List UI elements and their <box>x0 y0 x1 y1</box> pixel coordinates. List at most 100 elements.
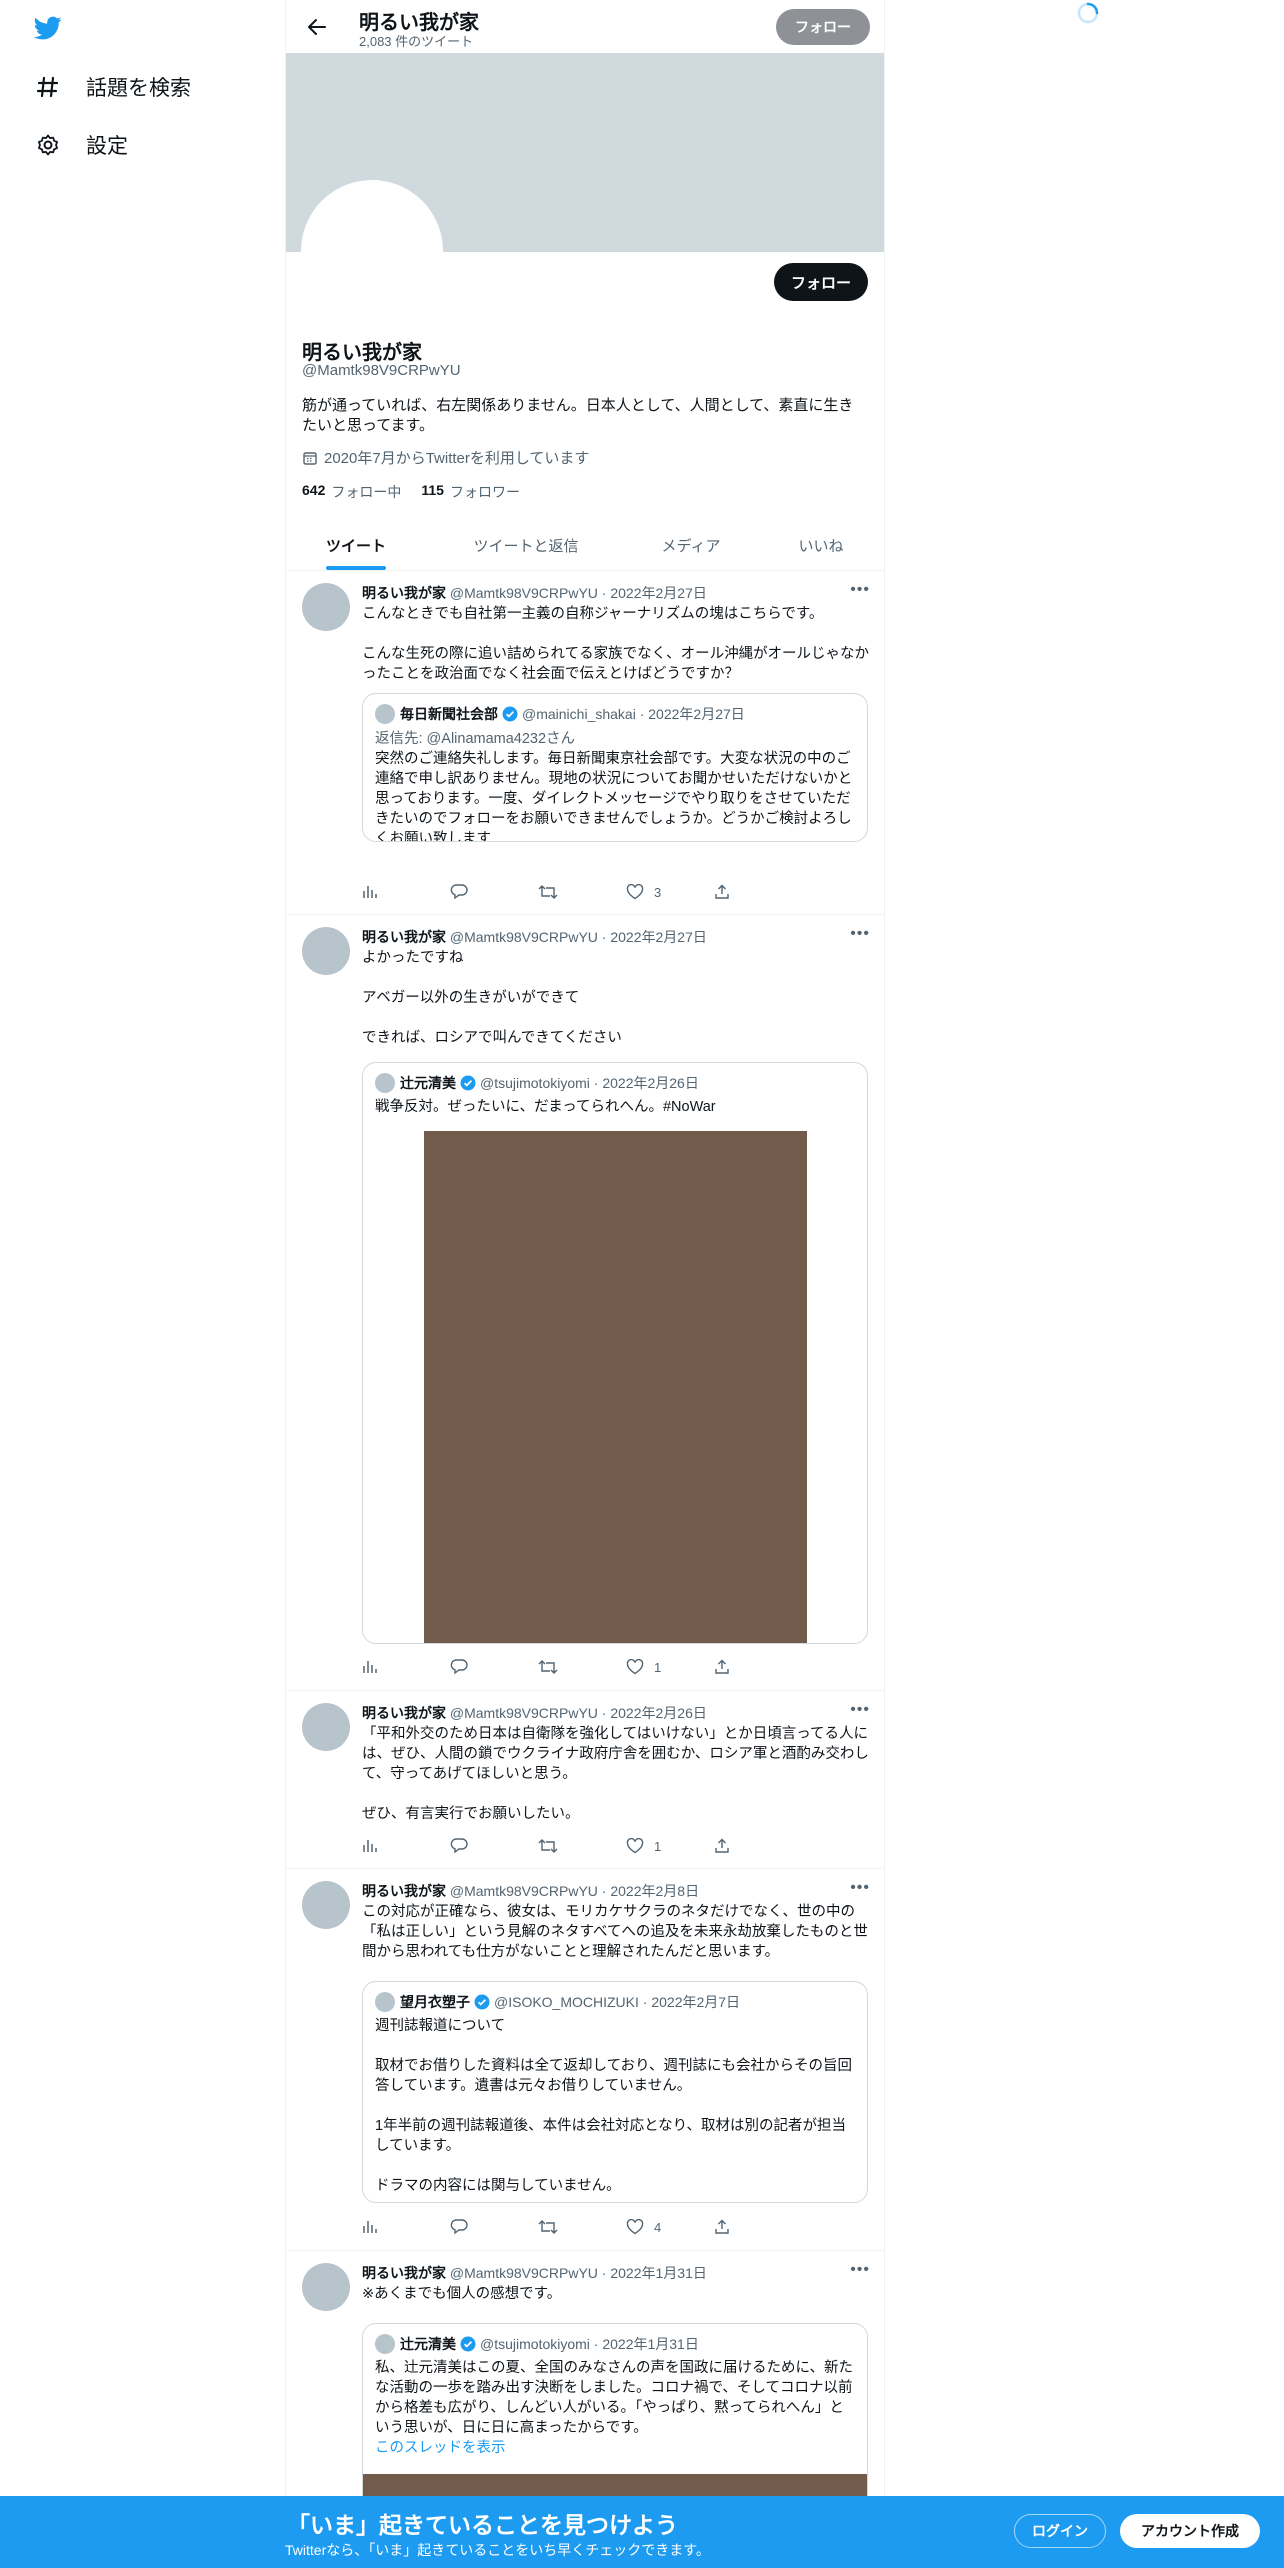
sidebar-item-explore[interactable]: 話題を検索 <box>34 72 191 102</box>
retweet-button[interactable] <box>538 2217 626 2237</box>
avatar[interactable] <box>302 2263 350 2311</box>
share-icon <box>715 2219 729 2234</box>
tweet-author-name[interactable]: 明るい我が家 <box>362 2265 446 2281</box>
sidebar-item-settings[interactable]: 設定 <box>34 130 128 160</box>
avatar[interactable] <box>302 1881 350 1929</box>
views-button[interactable] <box>362 2217 450 2237</box>
tweet-text: 「平和外交のため日本は自衛隊を強化してはいけない」とか日頃言ってる人には、ぜひ、… <box>362 1726 869 1822</box>
share-button[interactable] <box>714 1836 802 1856</box>
retweet-button[interactable] <box>538 882 626 902</box>
profile-tabs: ツイート ツイートと返信 メディア いいね <box>286 520 884 571</box>
more-icon[interactable]: ••• <box>850 1879 870 1897</box>
tweet-meta: @Mamtk98V9CRPwYU · 2022年2月27日 <box>449 929 707 945</box>
following-link[interactable]: 642 フォロー中 <box>302 482 401 502</box>
quoted-tweet-meta: @tsujimotokiyomi · 2022年2月26日 <box>480 1075 699 1091</box>
like-button[interactable]: 1 <box>626 1657 714 1677</box>
views-button[interactable] <box>362 1836 450 1856</box>
tweet-meta: @Mamtk98V9CRPwYU · 2022年2月8日 <box>449 1883 700 1899</box>
analytics-icon <box>363 886 377 898</box>
heart-icon <box>626 1659 644 1675</box>
avatar[interactable] <box>302 927 350 975</box>
profile-stats: 642 フォロー中 115 フォロワー <box>302 482 540 502</box>
views-button[interactable] <box>362 1657 450 1677</box>
reply-button[interactable] <box>450 882 538 902</box>
tweet[interactable]: 明るい我が家 @Mamtk98V9CRPwYU · 2022年2月8日 ••• … <box>286 1869 884 2251</box>
profile-header-bar: 明るい我が家 2,083 件のツイート フォロー <box>286 0 884 53</box>
following-label: フォロー中 <box>331 484 402 500</box>
avatar[interactable] <box>302 1703 350 1751</box>
retweet-button[interactable] <box>538 1657 626 1677</box>
twitter-bird-icon[interactable] <box>32 14 64 42</box>
profile-handle: @Mamtk98V9CRPwYU <box>302 362 461 379</box>
analytics-icon <box>363 1661 377 1673</box>
verified-badge-icon <box>460 2336 476 2352</box>
tweet-author-name[interactable]: 明るい我が家 <box>362 929 446 945</box>
quoted-reply-to: 返信先: @Alinamama4232さん <box>375 731 576 747</box>
more-icon[interactable]: ••• <box>850 2261 870 2279</box>
more-icon[interactable]: ••• <box>850 581 870 599</box>
sidebar-item-label: 設定 <box>86 135 128 158</box>
reply-icon <box>450 1659 468 1675</box>
retweet-button[interactable] <box>538 1836 626 1856</box>
like-button[interactable]: 3 <box>626 882 714 902</box>
profile-joined: 2020年7月からTwitterを利用しています <box>302 447 589 468</box>
quoted-tweet-image[interactable] <box>424 1131 807 1643</box>
reply-button[interactable] <box>450 1657 538 1677</box>
quoted-tweet-text: 戦争反対。ぜったいに、だまってられへん。#NoWar <box>375 1099 716 1115</box>
tab-label: ツイート <box>325 537 386 555</box>
quoted-tweet[interactable]: 辻元清美 @tsujimotokiyomi · 2022年2月26日 戦争反対。… <box>362 1062 868 1644</box>
more-icon[interactable]: ••• <box>850 1701 870 1719</box>
tweet-header: 明るい我が家 @Mamtk98V9CRPwYU · 2022年2月26日 <box>362 1703 707 1723</box>
tab-tweets-and-replies[interactable]: ツイートと返信 <box>426 520 626 570</box>
following-count: 642 <box>302 482 326 498</box>
quoted-tweet-meta: @ISOKO_MOCHIZUKI · 2022年2月7日 <box>494 1994 741 2010</box>
arrow-left-icon <box>308 19 326 35</box>
like-count: 4 <box>654 2219 662 2235</box>
quoted-tweet-text: 週刊誌報道について 取材でお借りした資料は全て返却しており、週刊誌にも会社からそ… <box>375 2018 853 2194</box>
profile-avatar[interactable] <box>301 180 443 322</box>
tweet[interactable]: 明るい我が家 @Mamtk98V9CRPwYU · 2022年2月27日 •••… <box>286 571 884 915</box>
quoted-author-name: 毎日新聞社会部 <box>400 706 498 722</box>
quoted-tweet-text: 私、辻元清美はこの夏、全国のみなさんの声を国政に届けるために、新たな活動の一歩を… <box>375 2360 854 2436</box>
avatar <box>375 704 395 724</box>
share-button[interactable] <box>714 882 802 902</box>
views-button[interactable] <box>362 882 450 902</box>
login-button[interactable]: ログイン <box>1014 2514 1106 2548</box>
back-button[interactable] <box>300 10 334 44</box>
like-button[interactable]: 4 <box>626 2217 714 2237</box>
reply-button[interactable] <box>450 2217 538 2237</box>
avatar[interactable] <box>302 583 350 631</box>
header-follow-button[interactable]: フォロー <box>776 9 870 45</box>
tab-tweets[interactable]: ツイート <box>286 520 426 570</box>
tweet-author-name[interactable]: 明るい我が家 <box>362 585 446 601</box>
tab-media[interactable]: メディア <box>626 520 756 570</box>
analytics-icon <box>363 2221 377 2233</box>
quoted-tweet[interactable]: 望月衣塑子 @ISOKO_MOCHIZUKI · 2022年2月7日 週刊誌報道… <box>362 1981 868 2203</box>
signup-banner: 「いま」起きていることを見つけよう Twitterなら、「いま」起きていることを… <box>0 2496 1284 2568</box>
tweet[interactable]: 明るい我が家 @Mamtk98V9CRPwYU · 2022年2月26日 •••… <box>286 1691 884 1869</box>
follow-button[interactable]: フォロー <box>774 263 868 301</box>
avatar <box>375 2334 395 2354</box>
retweet-icon <box>538 885 558 899</box>
quoted-tweet[interactable]: 毎日新聞社会部 @mainichi_shakai · 2022年2月27日 返信… <box>362 693 868 842</box>
tab-likes[interactable]: いいね <box>756 520 884 570</box>
share-button[interactable] <box>714 2217 802 2237</box>
share-button[interactable] <box>714 1657 802 1677</box>
tweet-author-name[interactable]: 明るい我が家 <box>362 1883 446 1899</box>
quoted-tweet-header: 辻元清美 @tsujimotokiyomi · 2022年1月31日 <box>375 2334 699 2354</box>
reply-button[interactable] <box>450 1836 538 1856</box>
followers-count: 115 <box>421 482 444 498</box>
tweet[interactable]: 明るい我が家 @Mamtk98V9CRPwYU · 2022年2月27日 •••… <box>286 915 884 1691</box>
signup-button[interactable]: アカウント作成 <box>1120 2514 1260 2548</box>
followers-link[interactable]: 115 フォロワー <box>421 482 520 502</box>
tweet-author-name[interactable]: 明るい我が家 <box>362 1705 446 1721</box>
hashtag-icon <box>34 73 62 101</box>
like-button[interactable]: 1 <box>626 1836 714 1856</box>
profile-bio: 筋が通っていれば、右左関係ありません。日本人として、人間として、素直に生きたいと… <box>302 397 854 434</box>
tweet-header: 明るい我が家 @Mamtk98V9CRPwYU · 2022年1月31日 <box>362 2263 707 2283</box>
tweet-text: この対応が正確なら、彼女は、モリカケサクラのネタだけでなく、世の中の「私は正しい… <box>362 1904 868 1960</box>
tab-label: いいね <box>798 537 844 555</box>
show-thread-link[interactable]: このスレッドを表示 <box>375 2438 857 2458</box>
more-icon[interactable]: ••• <box>850 925 870 943</box>
heart-icon <box>626 884 644 900</box>
